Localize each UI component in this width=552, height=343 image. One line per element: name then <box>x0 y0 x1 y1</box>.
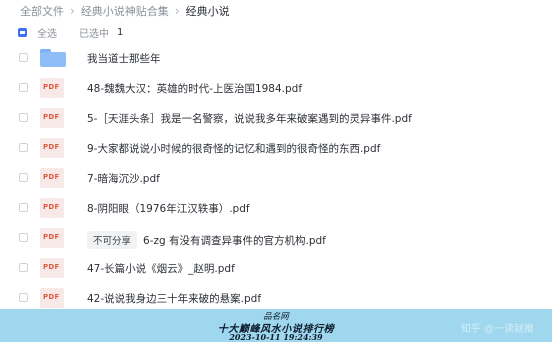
file-row[interactable]: PDF 5-［天涯头条］我是一名警察，说说我多年来破案遇到的灵异事件.pdf <box>0 103 552 133</box>
pdf-icon: PDF <box>40 78 64 98</box>
folder-icon <box>40 49 66 67</box>
file-name-text: 我当道士那些年 <box>87 53 161 65</box>
file-row[interactable]: PDF 9-大家都说说小时候的很奇怪的记忆和遇到的很奇怪的东西.pdf <box>0 133 552 163</box>
selected-count: 1 <box>117 26 124 38</box>
file-row[interactable]: 我当道士那些年 <box>0 43 552 73</box>
file-name-text: 6-zg 有没有调查异事件的官方机构.pdf <box>143 235 326 247</box>
file-row[interactable]: PDF 47-长篇小说《烟云》_赵明.pdf <box>0 253 552 283</box>
breadcrumb-item-collection[interactable]: 经典小说神贴合集 <box>81 3 169 19</box>
row-checkbox[interactable] <box>19 233 28 242</box>
file-name[interactable]: 7-暗海沉沙.pdf <box>87 171 160 186</box>
row-checkbox[interactable] <box>19 203 28 212</box>
file-name[interactable]: 5-［天涯头条］我是一名警察，说说我多年来破案遇到的灵异事件.pdf <box>87 111 412 126</box>
row-checkbox[interactable] <box>19 263 28 272</box>
pdf-icon: PDF <box>40 258 64 278</box>
row-checkbox[interactable] <box>19 53 28 62</box>
breadcrumb-separator-icon: › <box>70 4 75 18</box>
file-name-text: 5-［天涯头条］我是一名警察，说说我多年来破案遇到的灵异事件.pdf <box>87 113 412 125</box>
row-checkbox[interactable] <box>19 143 28 152</box>
row-checkbox[interactable] <box>19 293 28 302</box>
file-row[interactable]: PDF 8-阴阳眼（1976年江汉轶事）.pdf <box>0 193 552 223</box>
row-checkbox[interactable] <box>19 113 28 122</box>
selected-label: 已选中 <box>79 28 109 40</box>
file-name-text: 9-大家都说说小时候的很奇怪的记忆和遇到的很奇怪的东西.pdf <box>87 143 381 155</box>
file-name-text: 8-阴阳眼（1976年江汉轶事）.pdf <box>87 203 250 215</box>
file-name[interactable]: 9-大家都说说小时候的很奇怪的记忆和遇到的很奇怪的东西.pdf <box>87 141 380 156</box>
file-name-text: 47-长篇小说《烟云》_赵明.pdf <box>87 263 235 275</box>
file-name[interactable]: 47-长篇小说《烟云》_赵明.pdf <box>87 261 235 276</box>
file-row[interactable]: PDF 48-魏魏大汉：英雄的时代-上医治国1984.pdf <box>0 73 552 103</box>
row-checkbox[interactable] <box>19 83 28 92</box>
pdf-icon: PDF <box>40 108 64 128</box>
select-all-checkbox[interactable] <box>18 27 27 37</box>
file-name-text: 7-暗海沉沙.pdf <box>87 173 160 185</box>
zhihu-watermark: 知乎 @一读就推 <box>460 324 534 335</box>
share-restricted-badge: 不可分享 <box>87 231 138 249</box>
pdf-icon: PDF <box>40 138 64 158</box>
watermark-banner: 品名网 十大巅峰风水小说排行榜 2023-10-11 19:24:39 知乎 @… <box>0 309 552 342</box>
row-checkbox[interactable] <box>19 173 28 182</box>
file-name[interactable]: 8-阴阳眼（1976年江汉轶事）.pdf <box>87 201 250 216</box>
breadcrumb-item-all-files[interactable]: 全部文件 <box>20 3 64 19</box>
breadcrumb-item-current: 经典小说 <box>185 5 230 18</box>
file-name-text: 48-魏魏大汉：英雄的时代-上医治国1984.pdf <box>87 83 303 95</box>
pdf-icon: PDF <box>40 288 64 308</box>
file-name[interactable]: 42-说说我身边三十年来破的悬案.pdf <box>87 291 261 306</box>
pdf-icon: PDF <box>40 198 64 218</box>
selection-toolbar: 全选 已选中 1 <box>18 23 123 41</box>
file-name[interactable]: 我当道士那些年 <box>87 51 161 66</box>
file-name[interactable]: 不可分享 6-zg 有没有调查异事件的官方机构.pdf <box>87 231 326 249</box>
file-name[interactable]: 48-魏魏大汉：英雄的时代-上医治国1984.pdf <box>87 81 302 96</box>
breadcrumb-separator-icon: › <box>174 4 180 18</box>
select-all-label[interactable]: 全选 <box>37 25 57 40</box>
file-name-text: 42-说说我身边三十年来破的悬案.pdf <box>87 293 262 305</box>
file-row[interactable]: PDF 7-暗海沉沙.pdf <box>0 163 552 193</box>
file-row[interactable]: PDF 不可分享 6-zg 有没有调查异事件的官方机构.pdf <box>0 223 552 253</box>
breadcrumb: 全部文件 › 经典小说神贴合集 › 经典小说 <box>20 3 230 19</box>
pdf-icon: PDF <box>40 228 64 248</box>
pdf-icon: PDF <box>40 168 64 188</box>
